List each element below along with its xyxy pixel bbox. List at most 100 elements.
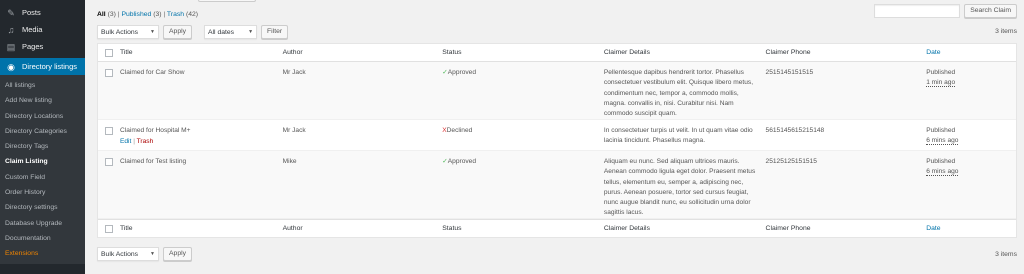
column-title: Title [119, 49, 133, 56]
chevron-down-icon: ▼ [248, 29, 254, 35]
row-author: Mr Jack [282, 69, 306, 76]
chevron-down-icon: ▼ [150, 29, 155, 35]
directory-submenu: All listings Add New listing Directory L… [0, 75, 85, 264]
menu-label: Directory listings [22, 62, 78, 71]
submenu-item-all-listings[interactable]: All listings [0, 78, 85, 93]
submenu-item-custom-field[interactable]: Custom Field [0, 170, 85, 185]
menu-item-media[interactable]: ♫ Media [0, 21, 85, 38]
row-date: Published 6 mins ago [926, 151, 1016, 178]
status-text: Declined [446, 127, 473, 134]
select-all-checkbox[interactable] [105, 48, 113, 57]
chevron-down-icon: ▼ [150, 251, 155, 257]
claims-table: Title Author Status Claimer Details Clai… [97, 43, 1017, 238]
row-title-link[interactable]: Claimed for Hospital M+ [120, 126, 283, 136]
date-state: Published [926, 69, 956, 76]
table-footer: Title Author Status Claimer Details Clai… [98, 219, 1016, 237]
separator: | [163, 11, 166, 18]
column-claimer-details: Claimer Details [603, 225, 650, 232]
row-date: Published 1 min ago [926, 62, 1016, 89]
submenu-item-directory-categories[interactable]: Directory Categories [0, 124, 85, 139]
row-claimer-phone: 25125125151515 [765, 158, 817, 165]
row-checkbox[interactable] [105, 127, 113, 135]
date-state: Published [926, 158, 956, 165]
search-claim-button[interactable]: Search Claim [964, 4, 1017, 18]
row-claimer-phone: 5615145615215148 [765, 127, 825, 134]
search-input[interactable] [874, 4, 961, 18]
submenu-item-order-history[interactable]: Order History [0, 185, 85, 200]
row-checkbox-cell [98, 120, 120, 135]
submenu-item-documentation[interactable]: Documentation [0, 231, 85, 246]
table-row: Claimed for Hospital M+ Edit | Trash Mr … [98, 120, 1016, 151]
column-author: Author [282, 49, 303, 56]
row-author: Mr Jack [282, 127, 306, 134]
items-count: 3 items [995, 28, 1017, 35]
table-row: Claimed for Car Show Mr Jack ✓Approved P… [98, 62, 1016, 120]
status-text: Approved [447, 69, 477, 76]
status-text: Approved [447, 158, 477, 165]
row-title-cell: Claimed for Test listing [120, 151, 283, 167]
separator: | [133, 138, 135, 146]
table-row: Claimed for Test listing Mike ✓Approved … [98, 151, 1016, 219]
submenu-item-extensions[interactable]: Extensions [0, 246, 85, 261]
row-checkbox[interactable] [105, 158, 113, 166]
admin-sidebar: ✎ Posts ♫ Media ▤ Pages ◉ Directory list… [0, 0, 85, 274]
trash-link[interactable]: Trash [137, 138, 154, 145]
column-date-sort[interactable]: Date [926, 49, 1016, 56]
row-checkbox-cell [98, 151, 120, 166]
submenu-item-directory-settings[interactable]: Directory settings [0, 200, 85, 215]
row-title-link[interactable]: Claimed for Test listing [120, 158, 186, 165]
date-state: Published [926, 127, 956, 134]
column-claimer-phone: Claimer Phone [765, 225, 811, 232]
column-status: Status [442, 49, 462, 56]
row-title-cell: Claimed for Hospital M+ Edit | Trash [120, 120, 283, 148]
row-author: Mike [282, 158, 297, 165]
bulk-actions-value: Bulk Actions [101, 28, 139, 36]
apply-button[interactable]: Apply [163, 247, 193, 261]
menu-label: Posts [22, 8, 41, 17]
column-status: Status [442, 225, 462, 232]
add-new-button-partial[interactable] [198, 0, 256, 2]
row-claimer-phone: 2515145151515 [765, 69, 814, 76]
row-date: Published 6 mins ago [926, 120, 1016, 147]
view-filters: All (3) | Published (3) | Trash (42) [97, 11, 198, 18]
apply-button[interactable]: Apply [163, 25, 193, 39]
tablenav-top: Bulk Actions ▼ Apply All dates ▼ Filter [97, 25, 289, 39]
select-all-cell [98, 224, 120, 233]
view-published[interactable]: Published (3) [121, 11, 161, 18]
menu-item-directory-listings[interactable]: ◉ Directory listings [0, 58, 85, 75]
row-status: ✓Approved [442, 62, 604, 78]
date-ago: 6 mins ago [926, 137, 959, 146]
row-claimer-details: In consectetuer turpis ut velit. In ut q… [603, 127, 753, 145]
search-box: Search Claim [874, 4, 1017, 18]
row-checkbox[interactable] [105, 69, 113, 77]
dates-select[interactable]: All dates ▼ [204, 25, 258, 39]
items-count: 3 items [995, 251, 1017, 258]
submenu-item-directory-locations[interactable]: Directory Locations [0, 109, 85, 124]
row-checkbox-cell [98, 62, 120, 77]
menu-label: Pages [22, 42, 44, 51]
menu-item-posts[interactable]: ✎ Posts [0, 4, 85, 21]
submenu-item-claim-listing[interactable]: Claim Listing [0, 154, 85, 169]
row-claimer-details: Pellentesque dapibus hendrerit tortor. P… [603, 69, 754, 118]
menu-item-pages[interactable]: ▤ Pages [0, 38, 85, 55]
select-all-checkbox[interactable] [105, 224, 113, 233]
bulk-actions-select[interactable]: Bulk Actions ▼ [97, 25, 159, 39]
menu-label: Media [22, 25, 43, 34]
column-author: Author [282, 225, 303, 232]
row-title-link[interactable]: Claimed for Car Show [120, 69, 185, 76]
pushpin-icon: ✎ [7, 7, 15, 18]
date-ago: 6 mins ago [926, 168, 959, 177]
submenu-item-add-new-listing[interactable]: Add New listing [0, 93, 85, 108]
view-all[interactable]: All (3) [97, 11, 116, 18]
date-ago: 1 min ago [926, 79, 956, 88]
bulk-actions-select[interactable]: Bulk Actions ▼ [97, 247, 159, 261]
view-trash[interactable]: Trash (42) [167, 11, 198, 18]
directory-icon: ◉ [7, 61, 15, 72]
submenu-item-database-upgrade[interactable]: Database Upgrade [0, 216, 85, 231]
column-claimer-phone: Claimer Phone [765, 49, 811, 56]
row-claimer-details: Aliquam eu nunc. Sed aliquam ultrices ma… [603, 158, 756, 217]
edit-link[interactable]: Edit [120, 138, 131, 145]
filter-button[interactable]: Filter [261, 25, 289, 39]
submenu-item-directory-tags[interactable]: Directory Tags [0, 139, 85, 154]
column-date-sort[interactable]: Date [926, 225, 1016, 232]
